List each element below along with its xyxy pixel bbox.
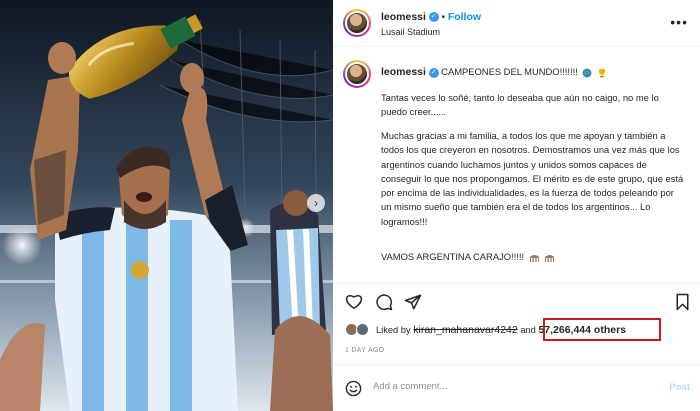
comment-bar: Post: [333, 364, 700, 411]
verified-badge-icon: ✓: [428, 12, 439, 23]
caption-paragraph-1: Tantas veces lo soñé, tanto lo deseaba q…: [381, 92, 659, 118]
caption-headline: CAMPEONES DEL MUNDO!!!!!!!: [441, 66, 578, 77]
liker-avatars[interactable]: [345, 322, 375, 338]
more-icon[interactable]: •••: [670, 14, 688, 30]
caption-headline-line: leomessi ✓ CAMPEONES DEL MUNDO!!!!!!!: [381, 65, 686, 79]
liked-by-username[interactable]: kiran_mahanavar4242: [413, 324, 518, 336]
smiley-icon[interactable]: [345, 380, 362, 397]
bookmark-icon[interactable]: [675, 293, 690, 311]
celebration-photo: [0, 0, 333, 411]
globe-emoji-icon: [582, 68, 592, 78]
post-timestamp[interactable]: 1 DAY AGO: [345, 347, 384, 354]
post-header: leomessi ✓ • Follow Lusail Stadium •••: [333, 0, 700, 47]
post-actions: [333, 283, 700, 319]
post-location[interactable]: Lusail Stadium: [381, 27, 440, 37]
post-photo: ›: [0, 0, 333, 411]
likes-joiner: and: [520, 325, 536, 335]
stadium-emoji-icon: [545, 254, 555, 262]
caption-paragraph-3-line: VAMOS ARGENTINA CARAJO!!!!!: [381, 250, 686, 264]
heart-icon[interactable]: [345, 293, 363, 310]
share-icon[interactable]: [404, 293, 422, 311]
caption-author-avatar[interactable]: [343, 60, 371, 88]
caption-paragraph-3: VAMOS ARGENTINA CARAJO!!!!!: [381, 251, 525, 262]
verified-badge-icon: ✓: [428, 67, 439, 78]
trophy-emoji-icon: [599, 68, 606, 77]
author-username[interactable]: leomessi: [381, 11, 426, 23]
caption-author-username[interactable]: leomessi: [381, 66, 426, 78]
next-photo-button[interactable]: ›: [307, 194, 325, 212]
caption-paragraph-2: Muchas gracias a mi familia, a todos los…: [381, 130, 684, 227]
comment-input[interactable]: [373, 381, 653, 392]
caption-area: leomessi ✓ CAMPEONES DEL MUNDO!!!!!!! Ta…: [333, 48, 700, 280]
likes-highlight-box: [543, 318, 661, 341]
author-avatar[interactable]: [343, 9, 371, 37]
stadium-emoji-icon: [529, 254, 539, 262]
comment-icon[interactable]: [375, 293, 393, 311]
likes-prefix: Liked by: [376, 325, 411, 335]
follow-button[interactable]: Follow: [448, 11, 481, 23]
post-details-panel: leomessi ✓ • Follow Lusail Stadium ••• l…: [333, 0, 700, 411]
post-comment-button[interactable]: Post: [669, 382, 690, 393]
